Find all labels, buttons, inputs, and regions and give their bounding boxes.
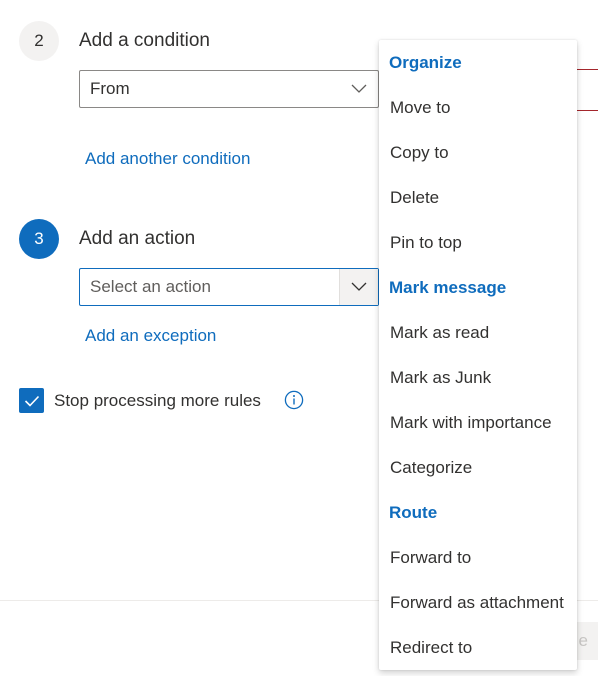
action-dropdown-placeholder: Select an action: [90, 277, 211, 296]
menu-item-pin-to-top[interactable]: Pin to top: [390, 233, 462, 253]
menu-header-mark-message: Mark message: [389, 278, 507, 297]
condition-dropdown[interactable]: From: [79, 70, 379, 108]
checkmark-icon: [24, 395, 39, 407]
menu-item-mark-as-read[interactable]: Mark as read: [390, 323, 489, 343]
validation-line-top: [577, 69, 598, 70]
step-number-3: 3: [19, 219, 59, 259]
step-title-action: Add an action: [79, 228, 196, 249]
menu-header-organize: Organize: [389, 53, 462, 72]
action-menu: Organize Move to Copy to Delete Pin to t…: [379, 40, 577, 670]
menu-item-delete[interactable]: Delete: [390, 188, 439, 208]
menu-item-move-to[interactable]: Move to: [390, 98, 450, 118]
chevron-down-icon[interactable]: [339, 269, 378, 305]
add-exception-link[interactable]: Add an exception: [85, 326, 216, 346]
menu-item-copy-to[interactable]: Copy to: [390, 143, 449, 163]
rule-editor: 2 Add a condition From Add another condi…: [0, 0, 598, 676]
stop-processing-checkbox[interactable]: [19, 388, 44, 413]
validation-line-bottom: [577, 110, 598, 111]
condition-dropdown-value: From: [90, 79, 130, 98]
chevron-down-icon: [340, 71, 378, 107]
menu-item-forward-to[interactable]: Forward to: [390, 548, 471, 568]
menu-header-route: Route: [389, 503, 438, 522]
menu-item-redirect-to[interactable]: Redirect to: [390, 638, 472, 658]
menu-item-categorize[interactable]: Categorize: [390, 458, 472, 478]
menu-item-mark-as-junk[interactable]: Mark as Junk: [390, 368, 491, 388]
menu-item-mark-with-importance[interactable]: Mark with importance: [390, 413, 552, 433]
step-title-condition: Add a condition: [79, 30, 210, 51]
menu-item-forward-as-attachment[interactable]: Forward as attachment: [390, 593, 564, 613]
action-dropdown[interactable]: Select an action: [79, 268, 379, 306]
step-number-2: 2: [19, 21, 59, 61]
stop-processing-label: Stop processing more rules: [54, 391, 261, 410]
add-another-condition-link[interactable]: Add another condition: [85, 149, 250, 169]
info-icon[interactable]: [284, 390, 304, 410]
